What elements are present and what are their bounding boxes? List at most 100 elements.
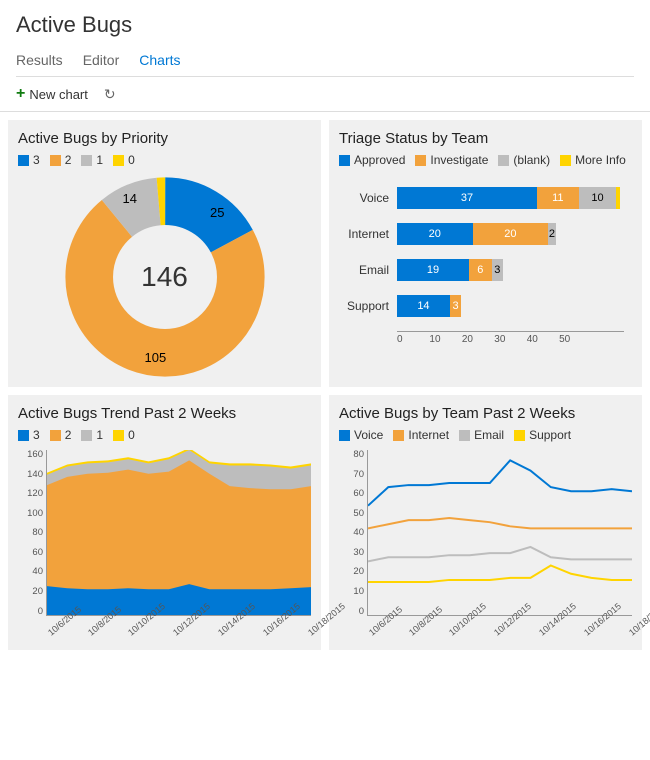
tick: 0	[397, 334, 429, 345]
legend: 3 2 1 0	[18, 153, 311, 167]
tick: 100	[18, 509, 46, 519]
tick: 70	[339, 470, 367, 480]
bar-seg: 19	[397, 259, 469, 281]
bar-seg: 14	[397, 295, 450, 317]
legend-label: 0	[128, 153, 135, 167]
swatch-icon	[113, 155, 124, 166]
tile-trend: Active Bugs Trend Past 2 Weeks 3 2 1 0 0…	[8, 395, 321, 650]
x-axis: 10/6/2015 10/8/2015 10/10/2015 10/12/201…	[46, 624, 311, 640]
legend-label: 3	[33, 153, 40, 167]
legend-item: 3	[18, 428, 40, 442]
legend-label: Email	[474, 428, 504, 442]
swatch-icon	[18, 155, 29, 166]
bar-track: 20 20 2	[397, 223, 624, 245]
legend-label: 1	[96, 428, 103, 442]
swatch-icon	[113, 430, 124, 441]
tick: 80	[339, 450, 367, 460]
bar-seg: 37	[397, 187, 537, 209]
tab-charts[interactable]: Charts	[139, 52, 180, 76]
legend-label: 2	[65, 428, 72, 442]
tick: 30	[494, 334, 526, 345]
donut-chart: 146 25 105 14	[65, 177, 265, 377]
legend-label: 2	[65, 153, 72, 167]
tile-triage: Triage Status by Team Approved Investiga…	[329, 120, 642, 387]
tick: 0	[339, 607, 367, 617]
legend-item: 1	[81, 153, 103, 167]
tick	[592, 334, 624, 345]
new-chart-button[interactable]: + New chart	[16, 85, 88, 103]
bar-category: Internet	[339, 227, 397, 241]
tile-title: Triage Status by Team	[339, 130, 632, 147]
y-axis: 0 10 20 30 40 50 60 70 80	[339, 450, 367, 616]
swatch-icon	[50, 430, 61, 441]
swatch-icon	[514, 430, 525, 441]
bar-category: Voice	[339, 191, 397, 205]
tick: 30	[339, 548, 367, 558]
tick: 20	[18, 587, 46, 597]
tick: 140	[18, 470, 46, 480]
legend: 3 2 1 0	[18, 428, 311, 442]
bar-category: Support	[339, 299, 397, 313]
tile-title: Active Bugs Trend Past 2 Weeks	[18, 405, 311, 422]
tick: 10	[429, 334, 461, 345]
bar-seg: 20	[473, 223, 549, 245]
tabs: Results Editor Charts	[16, 52, 634, 77]
legend-item: Approved	[339, 153, 405, 167]
tile-title: Active Bugs by Priority	[18, 130, 311, 147]
refresh-button[interactable]: ↻	[104, 86, 116, 103]
tick: 40	[527, 334, 559, 345]
tick: 40	[18, 567, 46, 577]
tick: 60	[18, 548, 46, 558]
legend-label: Investigate	[430, 153, 488, 167]
tile-byteam: Active Bugs by Team Past 2 Weeks Voice I…	[329, 395, 642, 650]
legend: Approved Investigate (blank) More Info	[339, 153, 632, 167]
donut-value-2: 105	[145, 350, 167, 365]
legend-label: Voice	[354, 428, 383, 442]
legend-label: 1	[96, 153, 103, 167]
tick: 20	[339, 567, 367, 577]
bar-seg: 2	[548, 223, 555, 245]
line-chart: 0 10 20 30 40 50 60 70 80 10/6/2015 10/8…	[339, 450, 632, 640]
tile-priority: Active Bugs by Priority 3 2 1 0 146 25 1…	[8, 120, 321, 387]
bar-seg: 6	[469, 259, 492, 281]
refresh-icon: ↻	[104, 86, 116, 102]
legend-item: 0	[113, 428, 135, 442]
swatch-icon	[339, 430, 350, 441]
legend-item: (blank)	[498, 153, 550, 167]
tick: 0	[18, 607, 46, 617]
tab-results[interactable]: Results	[16, 52, 63, 76]
tick: 50	[339, 509, 367, 519]
legend-label: More Info	[575, 153, 626, 167]
legend-item: More Info	[560, 153, 626, 167]
legend-item: Voice	[339, 428, 383, 442]
bar-seg: 3	[450, 295, 461, 317]
legend-item: Email	[459, 428, 504, 442]
bar-seg	[616, 187, 620, 209]
legend-item: Investigate	[415, 153, 488, 167]
swatch-icon	[393, 430, 404, 441]
donut-total: 146	[141, 261, 188, 293]
tick: 20	[462, 334, 494, 345]
legend: Voice Internet Email Support	[339, 428, 632, 442]
swatch-icon	[415, 155, 426, 166]
swatch-icon	[81, 430, 92, 441]
legend-label: (blank)	[513, 153, 550, 167]
legend-item: 0	[113, 153, 135, 167]
bar-row-internet: Internet 20 20 2	[339, 223, 624, 245]
bar-seg: 11	[537, 187, 579, 209]
tick: 40	[339, 528, 367, 538]
swatch-icon	[498, 155, 509, 166]
plot-area	[367, 450, 632, 616]
bar-track: 19 6 3	[397, 259, 624, 281]
legend-item: 2	[50, 428, 72, 442]
swatch-icon	[18, 430, 29, 441]
legend-item: 1	[81, 428, 103, 442]
tick: 60	[339, 489, 367, 499]
legend-label: Internet	[408, 428, 449, 442]
area-chart: 0 20 40 60 80 100 120 140 160 10/6/2015 …	[18, 450, 311, 640]
bar-track: 14 3	[397, 295, 624, 317]
legend-label: Approved	[354, 153, 405, 167]
bar-track: 37 11 10	[397, 187, 624, 209]
tick: 10	[339, 587, 367, 597]
tab-editor[interactable]: Editor	[83, 52, 120, 76]
